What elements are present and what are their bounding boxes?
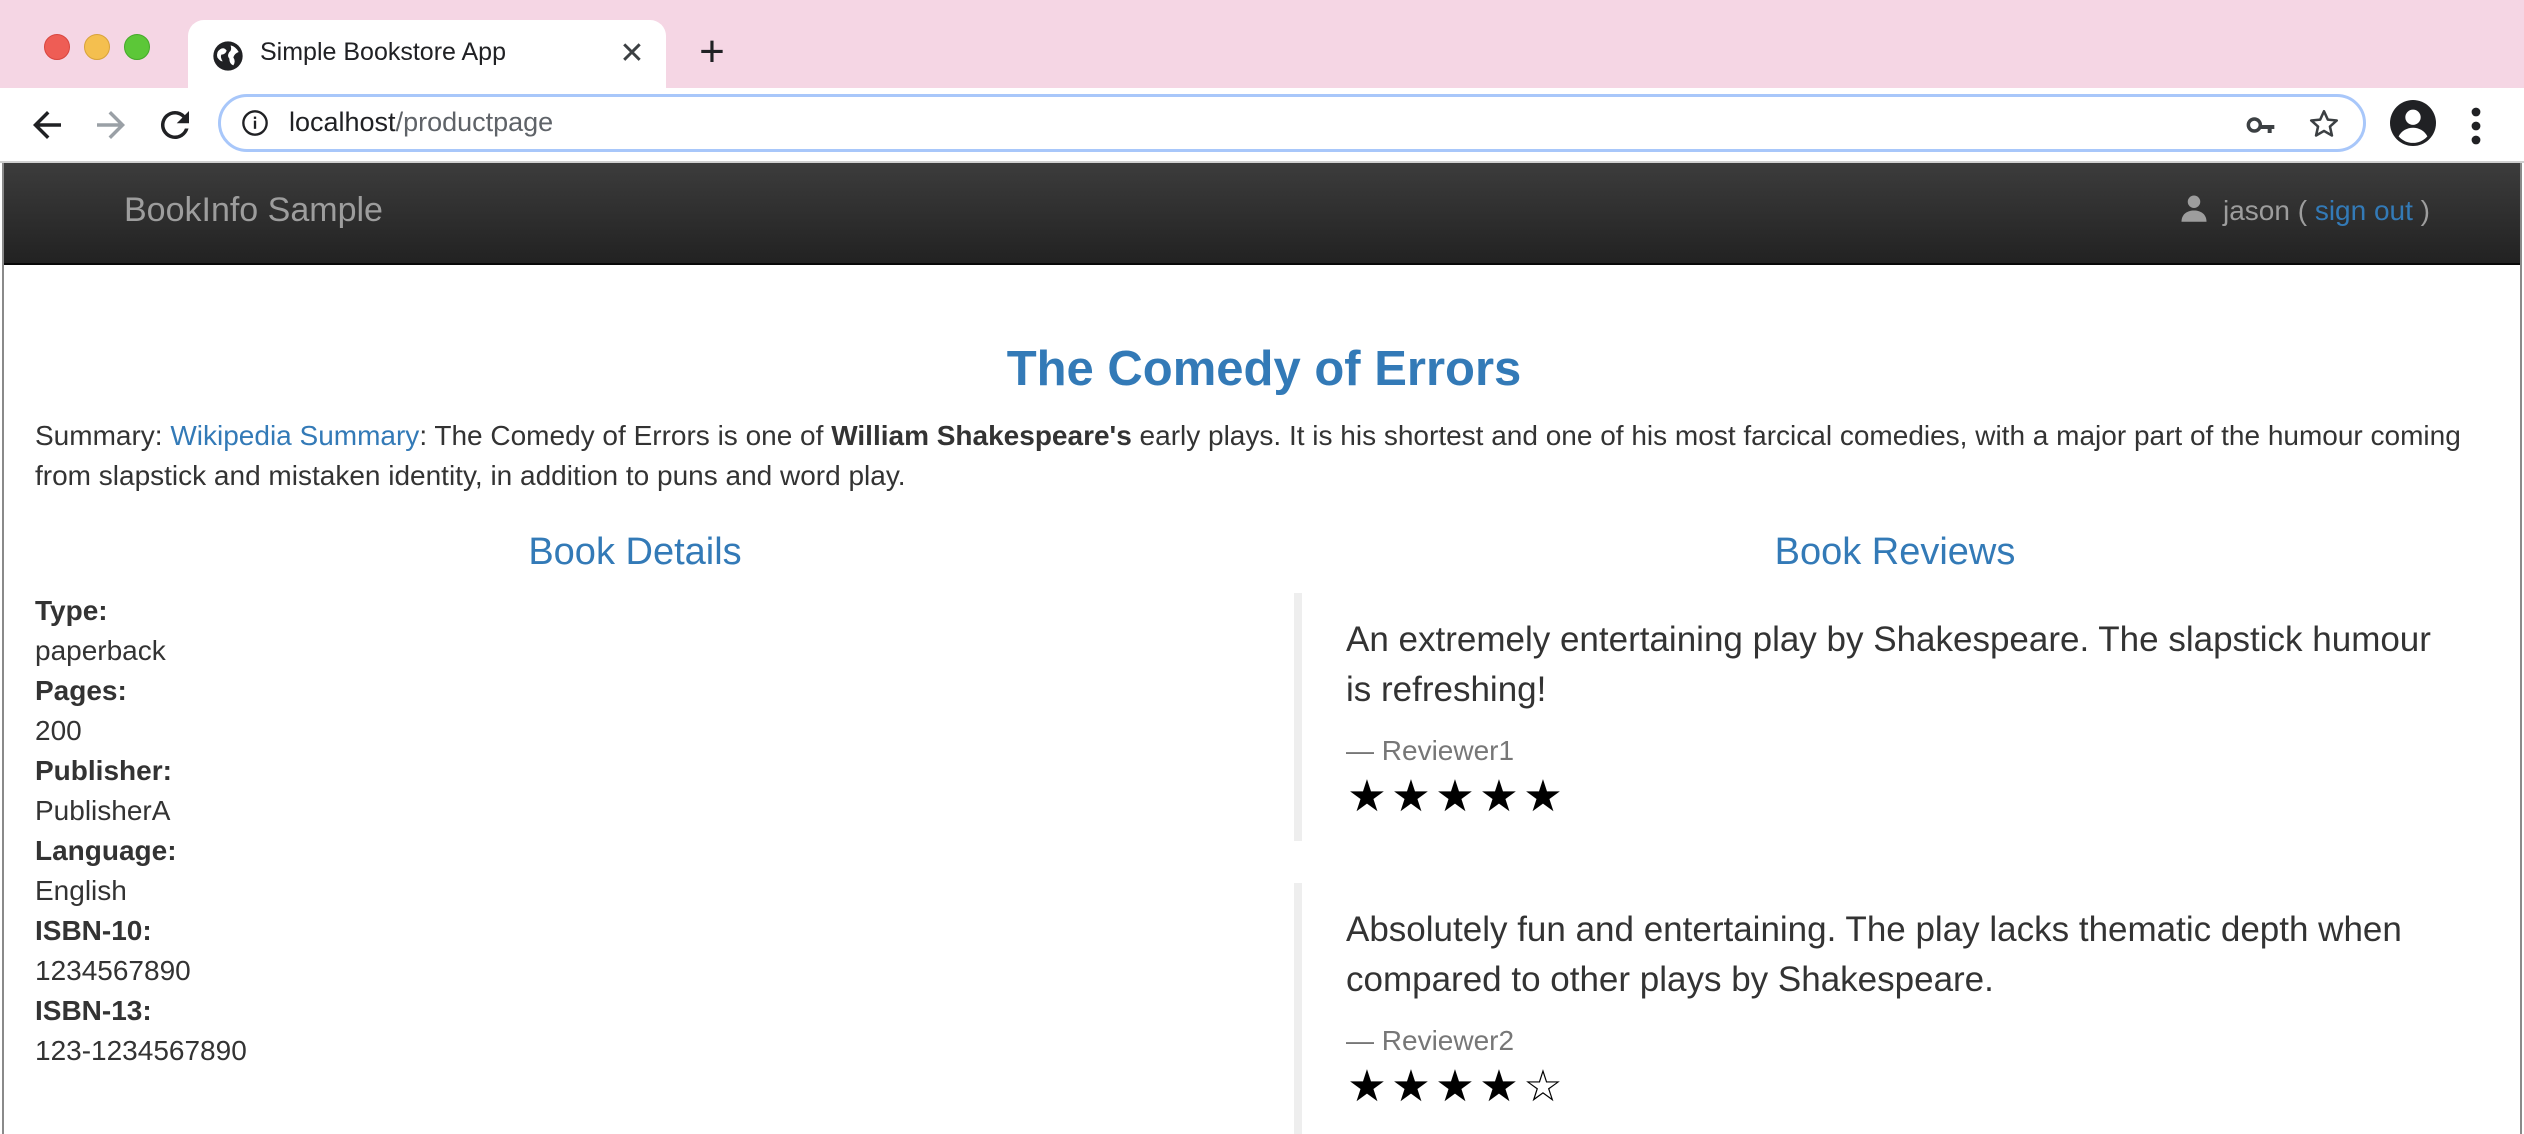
detail-value-language: English xyxy=(35,875,127,906)
detail-label-publisher: Publisher: xyxy=(35,755,172,786)
star-rating: ★★★★★ xyxy=(1346,775,2460,819)
browser-tab[interactable]: Simple Bookstore App ✕ xyxy=(188,20,666,88)
review-item: An extremely entertaining play by Shakes… xyxy=(1294,593,2460,841)
close-icon[interactable]: ✕ xyxy=(616,38,648,70)
product-summary: Summary: Wikipedia Summary: The Comedy o… xyxy=(35,416,2495,496)
navbar-brand[interactable]: BookInfo Sample xyxy=(124,191,383,230)
review-author: — Reviewer2 xyxy=(1346,1025,1515,1056)
book-details-heading: Book Details xyxy=(528,531,742,573)
summary-prefix: Summary: xyxy=(35,420,171,451)
star-filled-icon: ★ xyxy=(1391,1062,1433,1111)
star-empty-icon: ☆ xyxy=(1523,1062,1565,1111)
detail-value-isbn13: 123-1234567890 xyxy=(35,1035,247,1066)
star-filled-icon: ★ xyxy=(1479,772,1521,821)
star-filled-icon: ★ xyxy=(1347,772,1389,821)
close-window-button[interactable] xyxy=(44,34,70,60)
key-icon[interactable] xyxy=(2245,109,2277,141)
review-item: Absolutely fun and entertaining. The pla… xyxy=(1294,883,2460,1134)
star-filled-icon: ★ xyxy=(1347,1062,1389,1111)
minimize-window-button[interactable] xyxy=(84,34,110,60)
star-icon[interactable] xyxy=(2307,107,2341,141)
star-rating: ★★★★☆ xyxy=(1346,1065,2460,1109)
tab-title: Simple Bookstore App xyxy=(260,38,506,66)
star-filled-icon: ★ xyxy=(1523,772,1565,821)
page-title: The Comedy of Errors xyxy=(1006,342,1522,396)
review-text: Absolutely fun and entertaining. The pla… xyxy=(1346,910,2402,999)
sign-out-link[interactable]: sign out xyxy=(2315,195,2413,226)
review-text: An extremely entertaining play by Shakes… xyxy=(1346,620,2431,709)
globe-icon xyxy=(213,41,243,71)
back-arrow-icon[interactable] xyxy=(26,104,68,146)
book-details-list: Type: paperback Pages: 200 Publisher: Pu… xyxy=(35,591,247,1071)
user-info: jason ( sign out ) xyxy=(2179,193,2430,227)
detail-label-pages: Pages: xyxy=(35,675,127,706)
paren-open: ( xyxy=(2289,195,2315,226)
username: jason xyxy=(2222,195,2290,226)
detail-value-isbn10: 1234567890 xyxy=(35,955,191,986)
browser-tab-strip: Simple Bookstore App ✕ + xyxy=(0,0,2524,88)
url-text[interactable]: localhost/productpage xyxy=(289,107,553,138)
review-author: — Reviewer1 xyxy=(1346,735,1515,766)
wikipedia-summary-link[interactable]: Wikipedia Summary xyxy=(170,420,419,451)
star-filled-icon: ★ xyxy=(1435,1062,1477,1111)
detail-value-publisher: PublisherA xyxy=(35,795,171,826)
detail-label-isbn10: ISBN-10: xyxy=(35,915,152,946)
detail-label-type: Type: xyxy=(35,595,108,626)
reload-icon[interactable] xyxy=(154,104,196,146)
summary-mid: : The Comedy of Errors is one of xyxy=(419,420,832,451)
forward-arrow-icon[interactable] xyxy=(90,104,132,146)
detail-value-type: paperback xyxy=(35,635,166,666)
paren-close: ) xyxy=(2412,195,2430,226)
detail-label-language: Language: xyxy=(35,835,177,866)
app-navbar: BookInfo Sample jason ( sign out ) xyxy=(4,163,2520,265)
star-filled-icon: ★ xyxy=(1435,772,1477,821)
address-bar[interactable]: localhost/productpage xyxy=(218,94,2366,152)
page-content: BookInfo Sample jason ( sign out ) The C… xyxy=(2,163,2522,1134)
star-filled-icon: ★ xyxy=(1391,772,1433,821)
info-icon[interactable] xyxy=(241,109,269,137)
summary-author: William Shakespeare's xyxy=(831,420,1132,451)
star-filled-icon: ★ xyxy=(1479,1062,1521,1111)
detail-value-pages: 200 xyxy=(35,715,82,746)
maximize-window-button[interactable] xyxy=(124,34,150,60)
url-path: /productpage xyxy=(395,107,554,137)
profile-icon[interactable] xyxy=(2390,100,2436,146)
more-vert-icon[interactable] xyxy=(2466,106,2486,146)
plus-icon[interactable]: + xyxy=(692,30,732,74)
book-reviews-heading: Book Reviews xyxy=(1774,531,2016,573)
browser-toolbar: localhost/productpage xyxy=(0,88,2524,162)
url-host: localhost xyxy=(289,107,396,137)
detail-label-isbn13: ISBN-13: xyxy=(35,995,152,1026)
user-icon xyxy=(2181,195,2207,222)
